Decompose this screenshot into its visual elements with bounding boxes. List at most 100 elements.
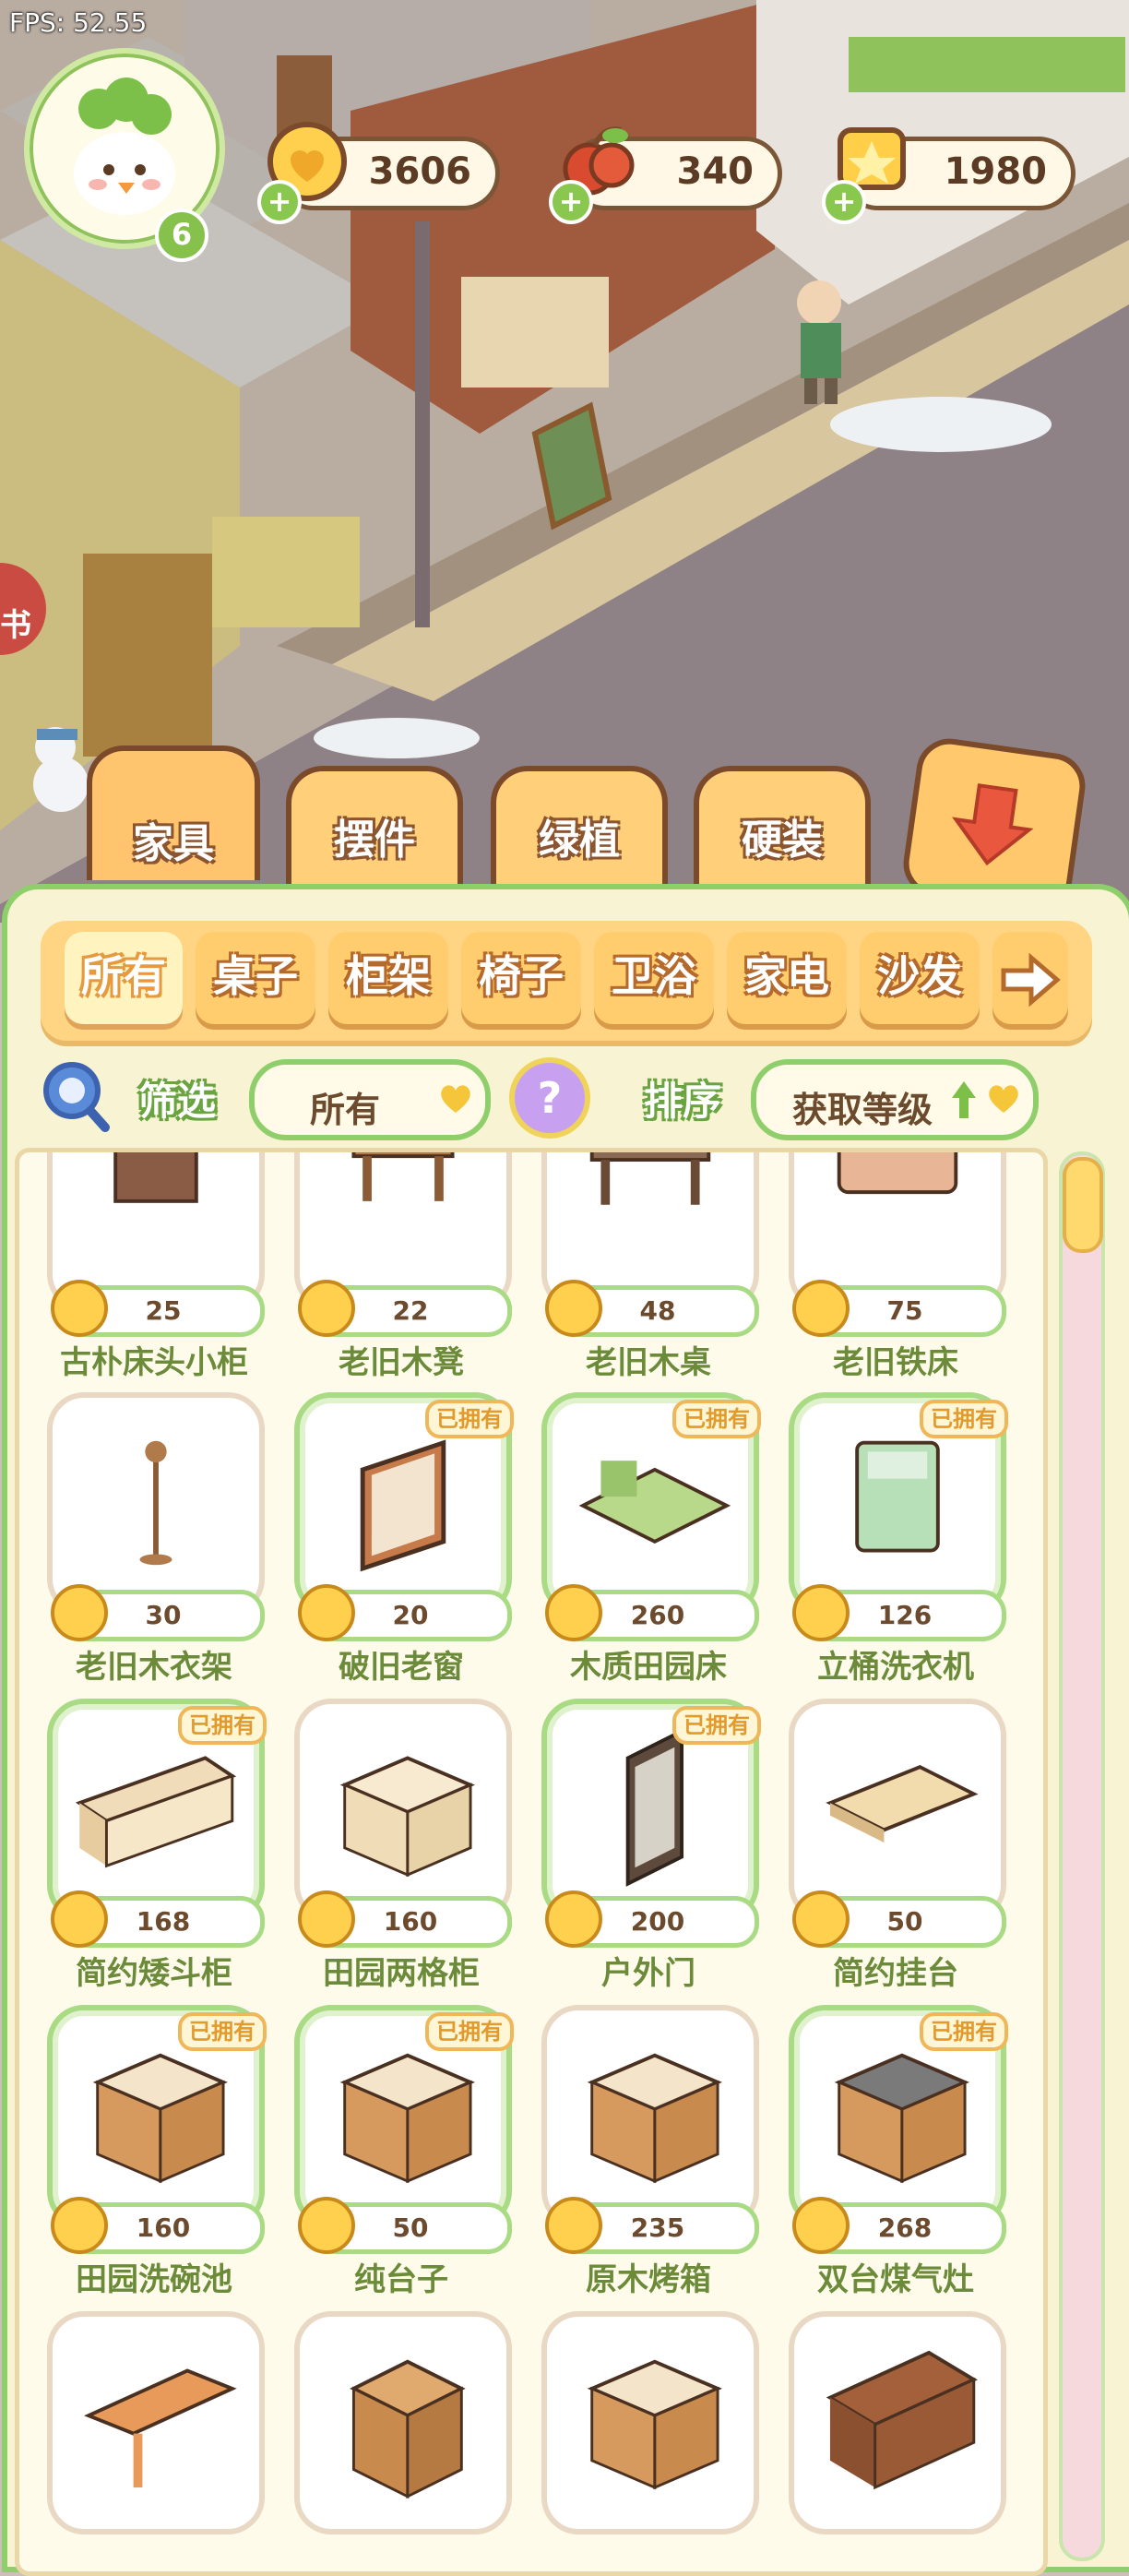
- coin-counter[interactable]: + 3606: [257, 122, 500, 224]
- owned-badge: 已拥有: [425, 2012, 514, 2051]
- tab-furniture[interactable]: 家具: [87, 745, 260, 880]
- subtab-label: 卫浴: [612, 951, 696, 1001]
- furniture-icon: [339, 1756, 475, 1878]
- furniture-icon: [139, 1440, 172, 1566]
- furniture-icon: [83, 2368, 237, 2488]
- price-coin-icon: [792, 1890, 850, 1948]
- scrollbar-track[interactable]: [1059, 1151, 1105, 2561]
- item-thumbnail-frame: [294, 1699, 512, 1922]
- subtab-appliances[interactable]: 家电: [727, 932, 847, 1024]
- item-name: 简约挂台: [833, 1955, 958, 1992]
- item-thumbnail-frame: [789, 1699, 1006, 1922]
- tab-label: 家具: [133, 820, 214, 867]
- filter-row: 筛选 所有 ? 排序 获取等级: [7, 1055, 1129, 1140]
- price-coin-icon: [545, 1584, 602, 1641]
- item-grid[interactable]: 25 古朴床头小柜 22 老旧木凳 48 老旧木桌 75 老旧铁床 30 老旧木衣架 已拥有 20 破旧…: [15, 1148, 1048, 2576]
- subtab-label: 椅子: [479, 951, 564, 1001]
- coin-value: 3606: [368, 150, 471, 193]
- fps-counter: FPS: 52.55: [9, 7, 148, 38]
- add-fruit-button[interactable]: +: [549, 180, 593, 224]
- price-coin-icon: [545, 1890, 602, 1948]
- tab-label: 摆件: [334, 817, 415, 864]
- subtab-next-button[interactable]: [992, 932, 1068, 1024]
- subtab-all[interactable]: 所有: [65, 932, 183, 1024]
- furniture-icon: [587, 2053, 722, 2184]
- item-name: 田园洗碗池: [76, 2261, 232, 2298]
- item-name: 老旧铁床: [833, 1344, 958, 1381]
- price-coin-icon: [51, 1280, 108, 1337]
- price-coin-icon: [51, 2197, 108, 2254]
- fruit-value: 340: [676, 150, 755, 193]
- add-coin-button[interactable]: +: [257, 180, 302, 224]
- furniture-icon: [826, 2350, 978, 2490]
- subtab-cabinets[interactable]: 柜架: [328, 932, 448, 1024]
- sort-value: 获取等级: [791, 1090, 933, 1130]
- price-coin-icon: [545, 2197, 602, 2254]
- price-coin-icon: [51, 1584, 108, 1641]
- tab-label: 绿植: [539, 817, 620, 864]
- subtab-tables[interactable]: 桌子: [196, 932, 315, 1024]
- fruit-counter[interactable]: + 340: [549, 126, 782, 224]
- arrow-right-icon: [1001, 952, 1061, 1008]
- subtab-bathroom[interactable]: 卫浴: [594, 932, 714, 1024]
- item-thumbnail-frame: [541, 2311, 759, 2534]
- subtab-sofas[interactable]: 沙发: [860, 932, 980, 1024]
- help-icon[interactable]: ?: [509, 1057, 590, 1139]
- filter-label: 筛选: [138, 1079, 217, 1124]
- arrow-down-icon: [952, 783, 1034, 866]
- price-coin-icon: [298, 1584, 355, 1641]
- subtab-chairs[interactable]: 椅子: [461, 932, 581, 1024]
- item-thumbnail-frame: [789, 2311, 1006, 2534]
- owned-badge: 已拥有: [178, 1706, 267, 1745]
- owned-badge: 已拥有: [920, 1400, 1008, 1438]
- furniture-panel: 所有 桌子 柜架 椅子 卫浴 家电 沙发 筛选 所有 ? 排序 获取等级 25 …: [2, 884, 1129, 2576]
- subtab-label: 沙发: [877, 951, 962, 1001]
- add-trophy-button[interactable]: +: [822, 180, 866, 224]
- item-name: 简约矮斗柜: [76, 1955, 232, 1992]
- furniture-icon: [113, 1152, 198, 1203]
- filter-dropdown[interactable]: 所有: [249, 1059, 491, 1140]
- price-coin-icon: [792, 2197, 850, 2254]
- item-thumbnail-frame: [541, 2005, 759, 2228]
- tab-label: 硬装: [742, 817, 823, 864]
- scrollbar-thumb[interactable]: [1063, 1157, 1103, 1253]
- item-name: 双台煤气灶: [817, 2261, 974, 2298]
- price-coin-icon: [792, 1584, 850, 1641]
- item-name: 破旧老窗: [339, 1649, 464, 1686]
- dropdown-heart-icon: [441, 1085, 470, 1113]
- item-name: 古朴床头小柜: [60, 1344, 248, 1381]
- owned-badge: 已拥有: [672, 1706, 761, 1745]
- price-coin-icon: [298, 1280, 355, 1337]
- item-name: 纯台子: [354, 2261, 448, 2298]
- filter-value: 所有: [309, 1090, 380, 1130]
- subtab-label: 桌子: [213, 951, 298, 1001]
- search-icon[interactable]: [35, 1055, 114, 1135]
- item-name: 立桶洗衣机: [817, 1649, 974, 1686]
- furniture-icon: [837, 1152, 958, 1195]
- tab-plants[interactable]: 绿植: [491, 766, 668, 900]
- tab-hardware[interactable]: 硬装: [694, 766, 871, 900]
- tab-decor[interactable]: 摆件: [286, 766, 463, 900]
- item-name: 老旧木凳: [339, 1344, 464, 1381]
- price-coin-icon: [792, 1280, 850, 1337]
- furniture-icon: [351, 1152, 455, 1201]
- subcategory-bar: 所有 桌子 柜架 椅子 卫浴 家电 沙发: [41, 921, 1092, 1041]
- item-name: 原木烤箱: [586, 2261, 711, 2298]
- item-name: 木质田园床: [570, 1649, 727, 1686]
- price-coin-icon: [298, 1890, 355, 1948]
- trophy-counter[interactable]: + 1980: [822, 127, 1076, 224]
- item-thumbnail-frame: [47, 2311, 265, 2534]
- arrow-up-icon: [952, 1081, 976, 1118]
- owned-badge: 已拥有: [920, 2012, 1008, 2051]
- owned-badge: 已拥有: [425, 1400, 514, 1438]
- sort-dropdown[interactable]: 获取等级: [751, 1059, 1039, 1140]
- price-coin-icon: [545, 1280, 602, 1337]
- item-thumbnail-frame: [294, 2311, 512, 2534]
- price-coin-icon: [298, 2197, 355, 2254]
- item-name: 老旧木衣架: [76, 1649, 232, 1686]
- item-name: 田园两格柜: [323, 1955, 480, 1992]
- price-coin-icon: [51, 1890, 108, 1948]
- furniture-icon: [589, 1152, 711, 1205]
- owned-badge: 已拥有: [672, 1400, 761, 1438]
- dropdown-heart-icon: [989, 1085, 1018, 1113]
